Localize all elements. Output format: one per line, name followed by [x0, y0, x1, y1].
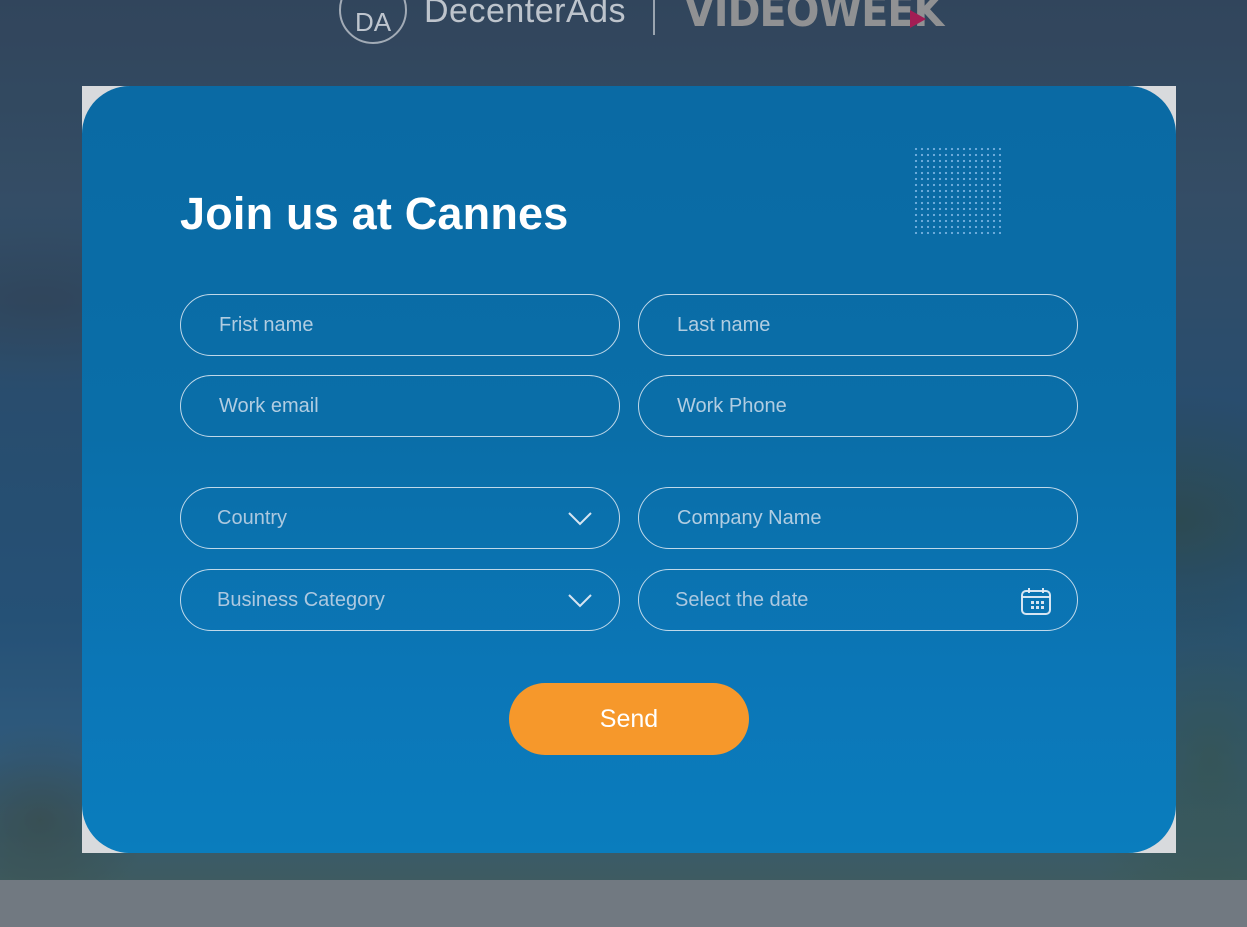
- business-category-select[interactable]: Business Category: [180, 569, 620, 631]
- work-email-input[interactable]: [217, 393, 619, 419]
- first-name-input[interactable]: [217, 312, 619, 338]
- country-select-label: Country: [217, 506, 288, 529]
- play-triangle-icon: [910, 10, 926, 28]
- chevron-down-icon: [568, 594, 592, 608]
- work-email-field[interactable]: [180, 375, 620, 437]
- company-name-field[interactable]: [638, 487, 1078, 549]
- company-name-input[interactable]: [675, 505, 1077, 531]
- decenterads-logo-mark: DA: [339, 0, 407, 44]
- videoweek-logo-text: VIDEOWEEK: [684, 0, 944, 37]
- business-category-select-label: Business Category: [217, 588, 385, 611]
- first-name-field[interactable]: [180, 294, 620, 356]
- decenterads-logo-text: DecenterAds: [424, 0, 627, 30]
- signup-modal: Join us at Cannes Country Business Categ…: [82, 86, 1176, 853]
- calendar-icon[interactable]: [1019, 586, 1053, 616]
- logo-divider: [653, 0, 655, 35]
- partner-logos: DA DecenterAds VIDEOWEEK: [0, 0, 1247, 60]
- send-button[interactable]: Send: [509, 683, 749, 755]
- last-name-field[interactable]: [638, 294, 1078, 356]
- decenterads-monogram: DA: [354, 7, 392, 37]
- chevron-down-icon: [568, 512, 592, 526]
- work-phone-field[interactable]: [638, 375, 1078, 437]
- date-field[interactable]: Select the date: [638, 569, 1078, 631]
- date-field-placeholder: Select the date: [675, 588, 809, 611]
- work-phone-input[interactable]: [675, 393, 1077, 419]
- signup-modal-frame: Join us at Cannes Country Business Categ…: [82, 86, 1176, 853]
- country-select[interactable]: Country: [180, 487, 620, 549]
- form-title: Join us at Cannes: [180, 188, 569, 239]
- dot-grid-decoration: [913, 146, 1001, 234]
- page-footer-band: [0, 880, 1247, 927]
- last-name-input[interactable]: [675, 312, 1077, 338]
